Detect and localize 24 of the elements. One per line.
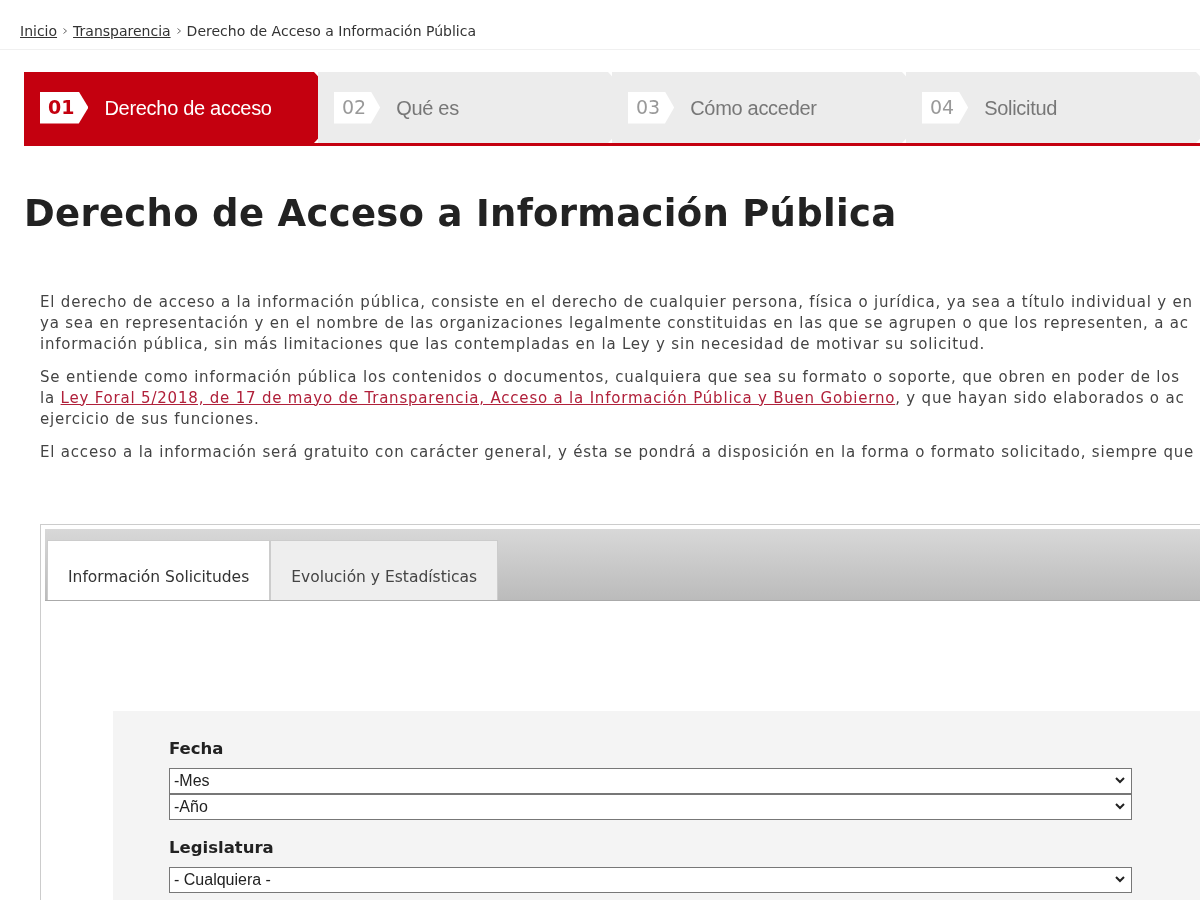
chevron-down-icon [1115, 803, 1125, 811]
breadcrumb-current: Derecho de Acceso a Información Pública [186, 21, 476, 41]
field-label: Fecha [169, 738, 225, 760]
dropdown-field[interactable]: - Cualquiera - [169, 866, 1132, 893]
step-tab[interactable]: 01 Derecho de acceso [24, 72, 318, 143]
dropdown-field[interactable]: -Año [169, 793, 1132, 820]
breadcrumb-link[interactable]: Transparencia [73, 20, 171, 42]
body-paragraph: El acceso a la información será gratuito con carácter general, y ésta se pondrá a disposición en la forma o formato solicitado, siempre que [40, 441, 1196, 463]
panel-tab[interactable]: Evolución y Estadísticas [270, 540, 499, 600]
chevron-right-icon [63, 28, 68, 34]
chevron-down-icon [1115, 876, 1125, 883]
chevron-down-icon [1115, 777, 1125, 785]
field-label: Legislatura [169, 836, 275, 859]
step-tab[interactable]: 02 Qué es [318, 72, 612, 143]
step-tab[interactable]: 04 Solicitud [906, 72, 1200, 143]
body-paragraph: Se entiende como información pública los contenidos o documentos, cualquiera que sea su formato o soporte, que obren en poder de los la Ley Foral 5/2018, de 17 de mayo de Transparencia, Acceso a la Información Pública y Buen Gobierno, y que hayan sido elaborados o ac ejercicio de sus funciones. [40, 366, 1186, 430]
dropdown-field[interactable]: -Mes [169, 767, 1132, 794]
step-tab[interactable]: 03 Cómo acceder [612, 72, 906, 143]
breadcrumb-link[interactable]: Inicio [20, 20, 58, 42]
chevron-right-icon [176, 28, 181, 34]
law-link[interactable]: Ley Foral 5/2018, de 17 de mayo de Transparencia, Acceso a la Información Pública y Buen Gobierno [60, 388, 896, 407]
page-title: Derecho de Acceso a Información Pública [24, 191, 898, 237]
body-paragraph: El derecho de acceso a la información pública, consiste en el derecho de cualquier persona, física o jurídica, ya sea a título individual y en ya sea en representación y en el nombre de las organizaciones legalmente constituidas en las que se agrupen o que los representen, a ac información pública, sin más limitaciones que las contempladas en la Ley y sin necesidad de motivar su solicitud. [40, 291, 1194, 355]
panel-tab[interactable]: Información Solicitudes [47, 540, 271, 600]
